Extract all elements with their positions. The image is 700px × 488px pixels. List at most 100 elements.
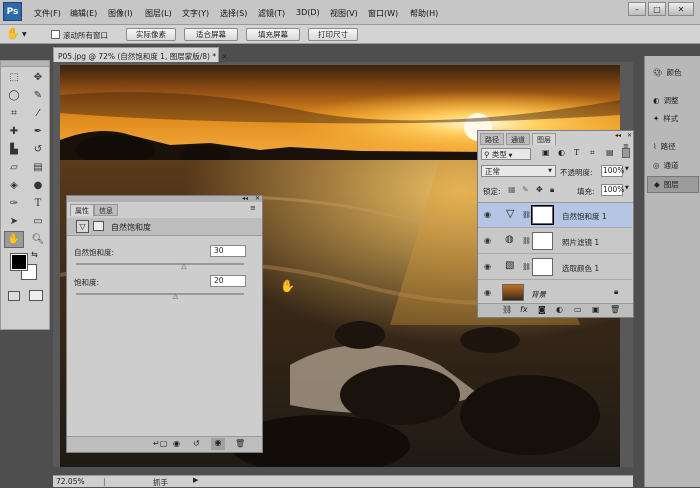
menu-view[interactable]: 视图(V) [330, 8, 358, 19]
layer-row[interactable]: ◉ ▽ ⛓︎ 自然饱和度 1 [478, 203, 632, 228]
visibility-icon[interactable]: ◉ [211, 438, 225, 450]
new-adjustment-icon[interactable]: ◐ [556, 305, 563, 314]
tab-info[interactable]: 信息 [94, 204, 118, 216]
filter-kind-select[interactable]: ⚲ 类型 ▼ [481, 148, 531, 160]
quick-mask-icon[interactable] [8, 291, 20, 301]
filter-type-icon[interactable]: T [574, 148, 579, 157]
tab-properties[interactable]: 属性 [70, 204, 94, 216]
vibrance-field[interactable]: 30 [210, 245, 246, 257]
dock-layers[interactable]: ◆ 图层 [647, 176, 699, 193]
history-brush-icon[interactable]: ↺ [28, 141, 48, 158]
reset-icon[interactable]: ↺ [193, 439, 200, 448]
fill-dropdown-icon[interactable]: ▼ [625, 185, 629, 191]
dodge-icon[interactable]: ● [28, 177, 48, 194]
mask-icon[interactable] [93, 221, 104, 231]
link-layers-icon[interactable]: ⛓︎ [502, 305, 512, 314]
tab-paths[interactable]: 路径 [480, 133, 504, 145]
layer-name[interactable]: 照片滤镜 1 [562, 237, 599, 248]
print-size-button[interactable]: 打印尺寸 [308, 28, 358, 41]
dock-styles[interactable]: ✦ 样式 [647, 110, 699, 127]
delete-layer-icon[interactable]: 🗑︎ [610, 305, 620, 314]
add-mask-icon[interactable]: ◙ [538, 305, 546, 314]
visibility-eye-icon[interactable]: ◉ [484, 210, 491, 219]
zoom-icon[interactable]: 🔍︎ [28, 231, 48, 248]
healing-icon[interactable]: ✚ [4, 123, 24, 140]
menu-type[interactable]: 文字(Y) [182, 8, 209, 19]
document-tab[interactable]: P05.jpg @ 72% (自然饱和度 1, 图层蒙版/8) * × [53, 47, 228, 62]
layer-mask-thumbnail[interactable] [532, 258, 553, 276]
tab-channels[interactable]: 通道 [506, 133, 530, 145]
path-select-icon[interactable]: ➤ [4, 213, 24, 230]
layers-close-icon[interactable]: ✕ [627, 132, 632, 139]
hand-tool-icon[interactable]: ✋ [6, 27, 20, 40]
eyedropper-icon[interactable]: ⁄ [28, 105, 48, 122]
new-group-icon[interactable]: ▭ [574, 305, 582, 314]
lasso-icon[interactable]: ◯ [4, 87, 24, 104]
menu-3d[interactable]: 3D(D) [296, 8, 320, 17]
swap-colors-icon[interactable]: ⇆ [31, 250, 38, 259]
lock-image-icon[interactable]: ✎ [522, 185, 529, 194]
pen-icon[interactable]: ✑ [4, 195, 24, 212]
brush-icon[interactable]: ✒ [28, 123, 48, 140]
clip-to-layer-icon[interactable]: ↵▢ [153, 439, 167, 448]
scroll-all-checkbox[interactable] [51, 30, 60, 39]
fill-screen-button[interactable]: 填充屏幕 [246, 28, 300, 41]
menu-window[interactable]: 窗口(W) [368, 8, 398, 19]
lock-position-icon[interactable]: ✥ [536, 185, 543, 194]
view-previous-icon[interactable]: ◉ [173, 439, 180, 448]
delete-adjustment-icon[interactable]: 🗑︎ [235, 439, 245, 448]
layer-name[interactable]: 背景 [531, 289, 546, 300]
blur-icon[interactable]: ◈ [4, 177, 24, 194]
new-layer-icon[interactable]: ▣ [592, 305, 600, 314]
blend-mode-select[interactable]: 正常 ▼ [481, 165, 556, 177]
filter-shape-icon[interactable]: ⌗ [590, 148, 595, 158]
quick-select-icon[interactable]: ✎ [28, 87, 48, 104]
panel-grip[interactable] [67, 196, 262, 202]
hand-icon[interactable]: ✋ [4, 231, 24, 248]
marquee-icon[interactable]: ⬚ [4, 69, 24, 86]
vibrance-slider[interactable] [76, 263, 244, 265]
background-thumbnail[interactable] [502, 284, 524, 301]
restore-button[interactable]: □ [648, 2, 666, 16]
layer-row[interactable]: ◉ ◍ ⛓︎ 照片滤镜 1 [478, 229, 632, 254]
screen-mode-icon[interactable] [29, 290, 43, 301]
filter-adjustment-icon[interactable]: ◐ [558, 148, 565, 157]
fill-field[interactable]: 100% [601, 184, 624, 196]
filter-pixel-icon[interactable]: ▣ [542, 148, 550, 157]
status-menu-arrow-icon[interactable]: ▶ [193, 476, 198, 484]
panel-close-icon[interactable]: ✕ [255, 195, 260, 202]
lock-transparent-icon[interactable]: ▦ [508, 185, 516, 194]
collapse-icon[interactable]: ◂◂ [242, 195, 248, 202]
move-icon[interactable]: ✥ [28, 69, 48, 86]
panel-menu-icon[interactable]: ≡ [250, 204, 256, 212]
visibility-eye-icon[interactable]: ◉ [484, 262, 491, 271]
dock-channels[interactable]: ◎ 通道 [647, 157, 699, 174]
filter-toggle[interactable] [622, 148, 630, 158]
layer-name[interactable]: 自然饱和度 1 [562, 211, 607, 222]
type-icon[interactable]: T [28, 195, 48, 212]
crop-icon[interactable]: ⌗ [4, 105, 24, 122]
dock-paths[interactable]: ⌇ 路径 [647, 138, 699, 155]
layer-mask-thumbnail[interactable] [532, 232, 553, 250]
vibrance-slider-thumb[interactable]: △ [181, 262, 186, 270]
saturation-slider-thumb[interactable]: △ [173, 292, 178, 300]
visibility-eye-icon[interactable]: ◉ [484, 288, 491, 297]
filter-smart-object-icon[interactable]: ▤ [606, 148, 614, 157]
close-window-button[interactable]: ✕ [668, 2, 694, 16]
tool-preset-chevron-icon[interactable]: ▼ [22, 31, 27, 38]
gradient-icon[interactable]: ▤ [28, 159, 48, 176]
menu-help[interactable]: 帮助(H) [410, 8, 438, 19]
menu-file[interactable]: 文件(F) [34, 8, 61, 19]
layer-style-icon[interactable]: fx [520, 305, 528, 314]
menu-edit[interactable]: 编辑(E) [70, 8, 97, 19]
opacity-field[interactable]: 100% [601, 165, 624, 177]
opacity-dropdown-icon[interactable]: ▼ [625, 166, 629, 172]
menu-image[interactable]: 图像(I) [108, 8, 133, 19]
menu-layer[interactable]: 图层(L) [145, 8, 172, 19]
menu-filter[interactable]: 滤镜(T) [258, 8, 285, 19]
dock-color[interactable]: 🎨︎ 颜色 [647, 64, 699, 81]
layers-collapse-icon[interactable]: ◂◂ [615, 132, 621, 139]
foreground-color-swatch[interactable] [10, 253, 28, 271]
zoom-level[interactable]: 72.05% [56, 477, 85, 486]
lock-all-icon[interactable]: 🔒︎ [550, 185, 554, 195]
